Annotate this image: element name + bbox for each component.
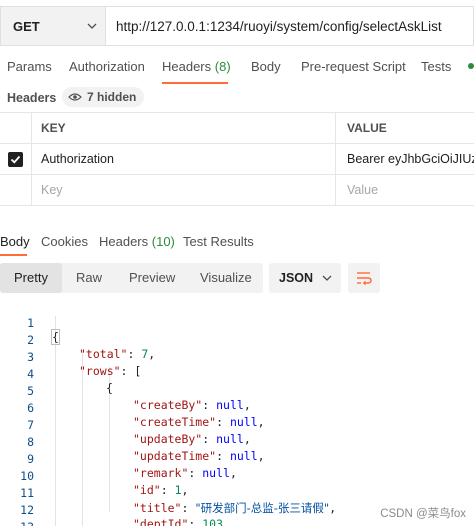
headers-bar: Headers 7 hidden <box>0 86 474 108</box>
hidden-headers-toggle[interactable]: 7 hidden <box>62 87 145 107</box>
code-line: 1 { <box>0 302 474 345</box>
raw-button[interactable]: Raw <box>76 270 102 285</box>
active-tab-indicator <box>162 82 228 84</box>
row-checkbox[interactable] <box>8 151 23 167</box>
tab-headers[interactable]: Headers (8) <box>162 59 231 74</box>
tab-tests[interactable]: Tests <box>421 59 451 74</box>
column-header-value: VALUE <box>347 121 387 135</box>
check-icon <box>10 155 21 164</box>
view-mode-bar: Pretty Raw Preview Visualize <box>0 263 263 293</box>
key-placeholder-field[interactable]: Key <box>32 175 336 205</box>
tab-body[interactable]: Body <box>251 59 281 74</box>
url-bar: GET http://127.0.0.1:1234/ruoyi/system/c… <box>0 6 474 46</box>
code-line: 2 "total": 7, <box>0 319 474 361</box>
format-label: JSON <box>279 271 314 285</box>
code-line: 7 "updateBy": null, <box>0 404 474 446</box>
wrap-lines-icon <box>357 272 372 285</box>
tab-response-cookies[interactable]: Cookies <box>41 234 88 249</box>
header-checkbox-cell <box>0 113 32 143</box>
code-line: 4 { <box>0 353 474 395</box>
chevron-down-icon <box>87 23 97 29</box>
url-text: http://127.0.0.1:1234/ruoyi/system/confi… <box>116 18 442 34</box>
column-header-key: KEY <box>32 113 336 143</box>
chevron-down-icon <box>322 275 332 281</box>
request-tabs: Params Authorization Headers (8) Body Pr… <box>0 54 474 84</box>
headers-section-label: Headers <box>7 91 57 105</box>
header-key-cell[interactable]: Authorization <box>32 144 336 174</box>
tab-test-results[interactable]: Test Results <box>183 234 254 249</box>
visualize-button[interactable]: Visualize <box>200 270 252 285</box>
code-line: 9 "remark": null, <box>0 438 474 480</box>
code-line: 6 "createTime": null, <box>0 387 474 429</box>
value-placeholder-field[interactable]: Value <box>336 175 474 205</box>
wrap-lines-button[interactable] <box>348 263 380 293</box>
tab-params[interactable]: Params <box>7 59 52 74</box>
tab-response-headers[interactable]: Headers (10) <box>99 234 175 249</box>
tab-headers-label: Headers <box>162 59 212 74</box>
header-value-cell[interactable]: Bearer eyJhbGciOiJIUzUxMiJ9 <box>336 144 474 174</box>
status-dot <box>468 63 474 69</box>
code-line: 10 "id": 1, <box>0 455 474 497</box>
table-row-new: Key Value <box>0 175 474 206</box>
tab-pre-request-script[interactable]: Pre-request Script <box>301 59 406 74</box>
code-line: 3 "rows": [ <box>0 336 474 378</box>
tab-response-body[interactable]: Body <box>0 234 30 249</box>
hidden-count: 7 hidden <box>87 90 137 104</box>
pretty-button[interactable]: Pretty <box>14 270 48 285</box>
url-input[interactable]: http://127.0.0.1:1234/ruoyi/system/confi… <box>106 6 474 46</box>
method-label: GET <box>13 18 40 34</box>
preview-button[interactable]: Preview <box>129 270 175 285</box>
tab-headers-count: (8) <box>214 59 231 74</box>
row-checkbox-cell <box>0 144 32 174</box>
watermark: CSDN @菜鸟fox <box>378 505 468 521</box>
format-select[interactable]: JSON <box>269 263 341 293</box>
active-response-tab-indicator <box>0 254 27 256</box>
table-row: Authorization Bearer eyJhbGciOiJIUzUxMiJ… <box>0 144 474 175</box>
new-row-checkbox-cell <box>0 175 32 205</box>
code-line: 5 "createBy": null, <box>0 370 474 412</box>
tab-response-headers-count: (10) <box>151 234 175 249</box>
code-line: 12 "deptId": 103 <box>0 489 474 526</box>
tab-response-headers-label: Headers <box>99 234 149 249</box>
response-tabs: Body Cookies Headers (10) Test Results <box>0 230 474 256</box>
method-select[interactable]: GET <box>0 6 106 46</box>
table-header-row: KEY VALUE <box>0 113 474 144</box>
tab-authorization[interactable]: Authorization <box>69 59 145 74</box>
eye-icon <box>68 93 82 101</box>
headers-table: KEY VALUE Authorization Bearer eyJhbGciO… <box>0 112 474 206</box>
code-line: 8 "updateTime": null, <box>0 421 474 463</box>
code-line: 11 "title": "研发部门-总监-张三请假", <box>0 472 474 515</box>
